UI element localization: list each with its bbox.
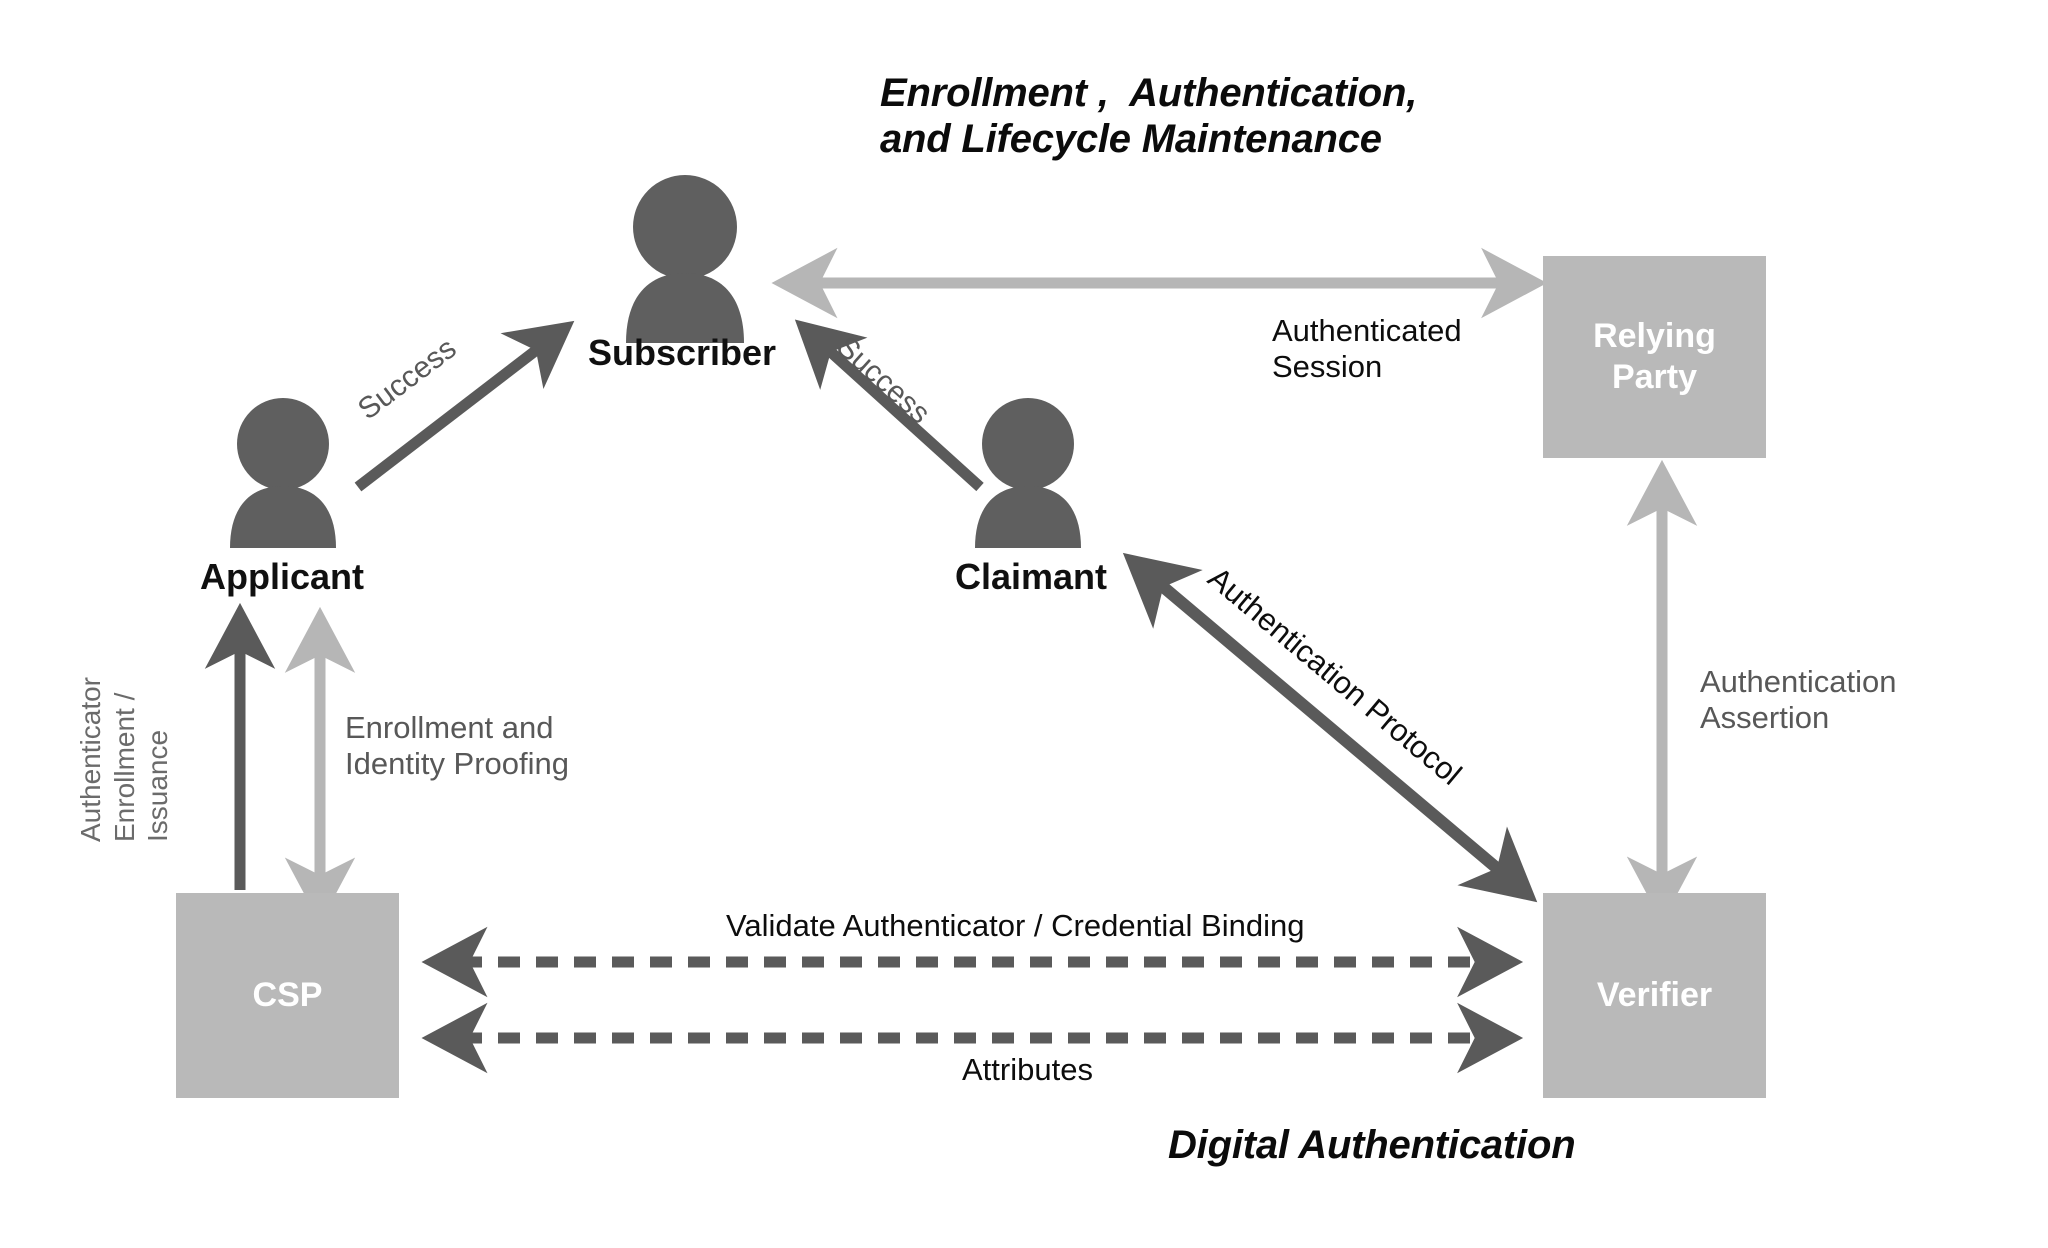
edge-label-line2: Identity Proofing	[345, 745, 570, 781]
diagram-canvas: Enrollment , Authentication, and Lifecycl…	[0, 0, 2048, 1248]
entity-box-csp[interactable]: CSP	[176, 893, 399, 1098]
edge-label-attributes: Attributes	[962, 1052, 1093, 1087]
edge-label-enrollment-identity-proofing: Enrollment and Identity Proofing	[345, 710, 569, 782]
diagram-title-line2: and Lifecycle Maintenance	[880, 117, 1382, 162]
diagram-title: Enrollment , Authentication, and Lifecycl…	[880, 70, 1417, 163]
diagram-title-line1: Enrollment , Authentication,	[880, 71, 1418, 115]
edge-label-authenticated-session: Authenticated Session	[1272, 313, 1462, 385]
edge-label-line2: Enrollment /	[108, 692, 140, 842]
person-icon	[230, 398, 336, 548]
actor-label-claimant: Claimant	[955, 556, 1108, 597]
edge-label-line1: Enrollment and	[345, 710, 554, 745]
entity-box-verifier[interactable]: Verifier	[1543, 893, 1766, 1098]
edge-label-line3: Issuance	[142, 729, 174, 842]
edge-label-line2: Assertion	[1700, 699, 1830, 735]
edge-label-authentication-assertion: Authentication Assertion	[1700, 664, 1896, 736]
edge-label-validate-authenticator: Validate Authenticator / Credential Bind…	[726, 908, 1305, 943]
edge-label-line1: Authentication	[1700, 664, 1897, 699]
entity-box-relying-party[interactable]: Relying Party	[1543, 256, 1766, 458]
actor-label-subscriber: Subscriber	[588, 332, 777, 373]
edge-label-authenticator-enrollment-issuance: Authenticator Enrollment / Issuance	[74, 677, 175, 842]
person-icon	[626, 175, 744, 343]
edge-label-line1: Authenticated	[1272, 313, 1462, 348]
actor-label-applicant: Applicant	[200, 556, 365, 597]
person-icon	[975, 398, 1081, 548]
entity-box-label-line2: Party	[1611, 358, 1698, 396]
entity-box-label-line1: Relying	[1593, 316, 1716, 355]
diagram-caption: Digital Authentication	[1168, 1123, 1576, 1167]
entity-box-label: Verifier	[1596, 975, 1713, 1014]
edge-label-line1: Authenticator	[75, 677, 106, 842]
entity-box-label: CSP	[252, 975, 323, 1014]
entity-box-label: Relying Party	[1593, 316, 1716, 399]
edge-label-line2: Session	[1272, 348, 1383, 384]
